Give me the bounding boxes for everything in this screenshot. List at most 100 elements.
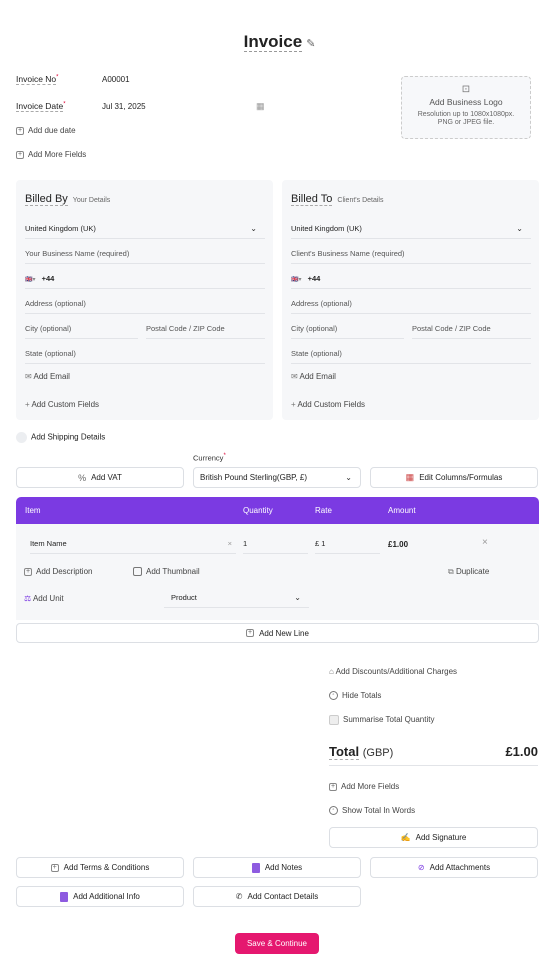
- currency-select[interactable]: British Pound Sterling(GBP, £) ⌄: [193, 467, 361, 488]
- plus-icon: +: [16, 126, 24, 135]
- column-quantity: Quantity: [243, 506, 273, 515]
- pen-icon: ✍: [400, 833, 411, 842]
- billed-to-panel: Billed To Client's Details United Kingdom…: [282, 180, 539, 420]
- column-amount: Amount: [388, 506, 416, 515]
- billed-to-add-custom-fields[interactable]: + Add Custom Fields: [291, 400, 365, 409]
- column-item: Item: [25, 506, 41, 515]
- invoice-no-input[interactable]: A00001: [102, 75, 130, 84]
- logo-upload[interactable]: ⊡ Add Business Logo Resolution up to 108…: [401, 76, 531, 139]
- tag-icon: ⌂: [329, 667, 334, 676]
- clear-icon[interactable]: ×: [228, 534, 232, 554]
- plus-icon: +: [16, 150, 24, 159]
- billed-by-address-input[interactable]: Address (optional): [25, 294, 265, 314]
- total-value: £1.00: [505, 744, 538, 759]
- billed-to-address-input[interactable]: Address (optional): [291, 294, 531, 314]
- info-icon: [60, 891, 69, 902]
- plus-icon: +: [246, 629, 255, 637]
- edit-columns-button[interactable]: ▦ Edit Columns/Formulas: [370, 467, 538, 488]
- billed-by-add-email[interactable]: ✉ Add Email: [25, 372, 70, 381]
- shipping-toggle[interactable]: Add Shipping Details: [16, 432, 105, 443]
- billed-by-state-input[interactable]: State (optional): [25, 344, 265, 364]
- add-contact-details-button[interactable]: ✆ Add Contact Details: [193, 886, 361, 907]
- total-label: Total (GBP): [329, 744, 394, 760]
- billed-to-country-select[interactable]: United Kingdom (UK) ⌄: [291, 219, 531, 239]
- add-more-fields-link[interactable]: + Add More Fields: [16, 150, 86, 159]
- add-additional-info-button[interactable]: Add Additional Info: [16, 886, 184, 907]
- chevron-down-icon: ⌄: [294, 593, 301, 602]
- logo-desc: Resolution up to 1080x1080px.: [417, 111, 515, 118]
- add-attachments-button[interactable]: ⊘ Add Attachments: [370, 857, 538, 878]
- billed-by-add-custom-fields[interactable]: + Add Custom Fields: [25, 400, 99, 409]
- add-signature-button[interactable]: ✍ Add Signature: [329, 827, 538, 848]
- billed-by-title: Billed By: [25, 193, 68, 206]
- billed-to-state-input[interactable]: State (optional): [291, 344, 531, 364]
- plus-icon: +: [329, 782, 337, 791]
- billed-by-postal-input[interactable]: Postal Code / ZIP Code: [146, 319, 265, 339]
- calendar-icon[interactable]: ▦: [256, 101, 265, 112]
- delete-row-icon[interactable]: ×: [482, 537, 488, 548]
- duplicate-link[interactable]: ⧉ Duplicate: [448, 567, 489, 577]
- add-new-line-button[interactable]: + Add New Line: [16, 623, 539, 643]
- save-continue-button[interactable]: Save & Continue: [235, 933, 319, 954]
- hide-icon: ◦: [329, 691, 338, 701]
- chevron-down-icon: ⌄: [250, 224, 257, 233]
- eye-icon: ◦: [329, 806, 338, 816]
- add-vat-button[interactable]: % Add VAT: [16, 467, 184, 488]
- rate-input[interactable]: £ 1: [315, 534, 380, 554]
- amount-value: £1.00: [388, 540, 409, 549]
- add-due-date-link[interactable]: + Add due date: [16, 126, 76, 135]
- billed-to-phone-input[interactable]: 🇬🇧▾ +44: [291, 269, 531, 289]
- add-discounts-link[interactable]: ⌂ Add Discounts/Additional Charges: [329, 667, 457, 676]
- add-terms-button[interactable]: + Add Terms & Conditions: [16, 857, 184, 878]
- billed-by-country-select[interactable]: United Kingdom (UK) ⌄: [25, 219, 265, 239]
- billed-by-city-input[interactable]: City (optional): [25, 319, 138, 339]
- items-table-header: Item Quantity Rate Amount: [16, 497, 539, 524]
- table-row: Item Name × 1 £ 1 £1.00 × + Add Descriptio…: [16, 524, 539, 620]
- add-more-fields-totals-link[interactable]: + Add More Fields: [329, 782, 399, 791]
- show-total-in-words-link[interactable]: ◦ Show Total In Words: [329, 806, 415, 816]
- unit-icon: ⚖: [24, 594, 32, 603]
- add-thumbnail-link[interactable]: Add Thumbnail: [133, 567, 200, 577]
- add-notes-button[interactable]: Add Notes: [193, 857, 361, 878]
- column-rate: Rate: [315, 506, 332, 515]
- hide-totals-link[interactable]: ◦ Hide Totals: [329, 691, 381, 701]
- invoice-date-input[interactable]: Jul 31, 2025: [102, 102, 146, 111]
- divider: [329, 765, 538, 766]
- mail-icon: ✉: [25, 372, 32, 381]
- toggle-icon[interactable]: [16, 432, 27, 443]
- percent-icon: %: [78, 472, 87, 483]
- logo-title: Add Business Logo: [429, 97, 503, 107]
- image-icon: [133, 567, 142, 577]
- invoice-no-label: Invoice No*: [16, 74, 59, 85]
- chevron-down-icon: ⌄: [516, 224, 523, 233]
- logo-desc-2: PNG or JPEG file.: [437, 119, 495, 126]
- add-unit-link[interactable]: ⚖ Add Unit: [24, 594, 64, 603]
- billed-to-city-input[interactable]: City (optional): [291, 319, 404, 339]
- summarise-quantity-checkbox[interactable]: Summarise Total Quantity: [329, 715, 434, 725]
- add-description-link[interactable]: + Add Description: [24, 567, 92, 576]
- quantity-input[interactable]: 1: [243, 534, 308, 554]
- checkbox-icon[interactable]: [329, 715, 339, 725]
- plus-icon: +: [25, 400, 30, 409]
- billed-to-business-name-input[interactable]: Client's Business Name (required): [291, 244, 531, 264]
- table-icon: ▦: [405, 472, 415, 482]
- billed-to-title: Billed To: [291, 193, 333, 206]
- billed-by-business-name-input[interactable]: Your Business Name (required): [25, 244, 265, 264]
- flag-uk-icon[interactable]: 🇬🇧▾: [291, 277, 301, 283]
- image-icon: ⊡: [461, 84, 471, 95]
- billed-to-postal-input[interactable]: Postal Code / ZIP Code: [412, 319, 531, 339]
- billed-by-panel: Billed By Your Details United Kingdom (UK…: [16, 180, 273, 420]
- chevron-down-icon: ⌄: [345, 473, 352, 482]
- plus-icon: +: [291, 400, 296, 409]
- mail-icon: ✉: [291, 372, 298, 381]
- flag-uk-icon[interactable]: 🇬🇧▾: [25, 277, 35, 283]
- billed-by-phone-input[interactable]: 🇬🇧▾ +44: [25, 269, 265, 289]
- billed-to-add-email[interactable]: ✉ Add Email: [291, 372, 336, 381]
- copy-icon: ⧉: [448, 567, 454, 576]
- plus-icon: +: [24, 567, 32, 576]
- notes-icon: [251, 862, 260, 873]
- unit-type-select[interactable]: Product ⌄: [164, 588, 309, 608]
- phone-icon: ✆: [235, 892, 243, 901]
- item-name-input[interactable]: Item Name ×: [30, 534, 236, 554]
- edit-pencil-icon[interactable]: ✎: [306, 38, 315, 50]
